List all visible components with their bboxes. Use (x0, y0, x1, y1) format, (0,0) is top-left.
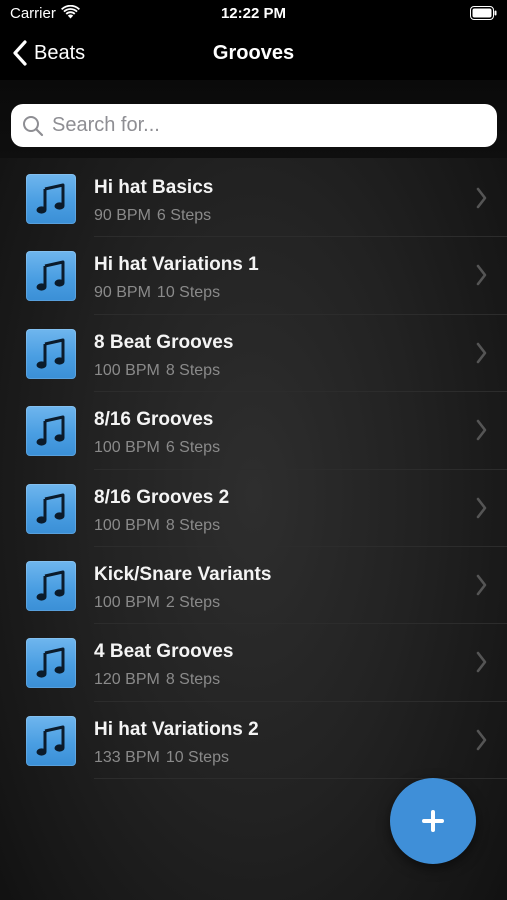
groove-title: 4 Beat Grooves (94, 641, 234, 663)
groove-meta: 100 BPM 8 Steps (94, 517, 220, 535)
groove-bpm: 120 BPM (94, 671, 160, 689)
chevron-right-icon (476, 574, 487, 596)
add-groove-button[interactable] (390, 778, 476, 864)
status-bar: Carrier 12:22 PM (0, 0, 507, 28)
groove-bpm: 133 BPM (94, 748, 160, 766)
music-note-icon (26, 483, 76, 534)
chevron-right-icon (476, 729, 487, 751)
battery-icon (470, 6, 497, 20)
groove-title: 8 Beat Grooves (94, 331, 234, 353)
groove-meta: 100 BPM 8 Steps (94, 362, 220, 380)
plus-icon (422, 810, 444, 832)
groove-title: Kick/Snare Variants (94, 563, 272, 585)
chevron-right-icon (476, 419, 487, 441)
groove-steps: 10 Steps (165, 748, 229, 766)
groove-meta: 90 BPM 10 Steps (94, 284, 220, 302)
list-item[interactable]: Hi hat Variations 1 90 BPM 10 Steps (0, 237, 507, 316)
groove-steps: 6 Steps (156, 207, 212, 224)
chevron-right-icon (476, 652, 487, 673)
search-icon (23, 115, 44, 136)
page-title: Grooves (212, 42, 295, 64)
groove-bpm: 90 BPM (94, 207, 151, 224)
chevron-right-icon (476, 265, 487, 286)
list-item[interactable]: 8 Beat Grooves 100 BPM 8 Steps (0, 315, 507, 393)
list-item[interactable]: 8/16 Grooves 100 BPM 6 Steps (0, 392, 507, 470)
groove-bpm: 90 BPM (94, 284, 151, 302)
music-note-icon (26, 560, 76, 611)
list-item[interactable]: 4 Beat Grooves 120 BPM 8 Steps (0, 624, 507, 703)
music-note-icon (26, 638, 76, 689)
groove-steps: 6 Steps (165, 439, 221, 457)
search-area (0, 80, 507, 158)
status-time: 12:22 PM (220, 5, 287, 22)
music-note-icon (26, 251, 76, 302)
list-item[interactable]: 8/16 Grooves 2 100 BPM 8 Steps (0, 470, 507, 548)
list-item[interactable]: Kick/Snare Variants 100 BPM 2 Steps (0, 547, 507, 625)
list-item[interactable]: Hi hat Variations 2 133 BPM 10 Steps (0, 702, 507, 780)
groove-bpm: 100 BPM (94, 593, 160, 611)
groove-meta: 120 BPM 8 Steps (94, 671, 220, 689)
grooves-screen: Carrier 12:22 PM Beats Grooves Search fo… (0, 0, 507, 900)
groove-meta: 90 BPM 6 Steps (94, 207, 211, 225)
list-item[interactable]: Hi hat Basics 90 BPM 6 Steps (0, 160, 507, 238)
music-note-icon (26, 328, 76, 379)
groove-bpm: 100 BPM (94, 516, 160, 534)
groove-meta: 100 BPM 6 Steps (94, 439, 220, 457)
groove-title: 8/16 Grooves 2 (94, 486, 230, 508)
groove-title: Hi hat Variations 2 (94, 718, 259, 740)
groove-steps: 8 Steps (165, 361, 221, 379)
music-note-icon (26, 715, 76, 766)
groove-steps: 8 Steps (165, 671, 221, 689)
groove-steps: 10 Steps (156, 284, 221, 302)
groove-meta: 133 BPM 10 Steps (94, 749, 229, 767)
search-field[interactable] (11, 104, 497, 147)
chevron-right-icon (476, 187, 487, 209)
groove-title: Hi hat Basics (94, 177, 214, 198)
chevron-right-icon (476, 342, 487, 364)
groove-steps: 2 Steps (165, 593, 221, 611)
groove-title: Hi hat Variations 1 (94, 254, 259, 276)
grooves-list: Hi hat Basics 90 BPM 6 Steps Hi hat Varia… (0, 160, 507, 780)
music-note-icon (26, 174, 76, 224)
music-note-icon (26, 406, 76, 457)
groove-bpm: 100 BPM (94, 439, 160, 457)
chevron-right-icon (476, 497, 487, 518)
groove-steps: 8 Steps (165, 516, 221, 534)
navigation-bar: Beats Grooves (0, 28, 507, 80)
groove-title: 8/16 Grooves (94, 409, 214, 431)
groove-bpm: 100 BPM (94, 361, 160, 379)
search-input[interactable] (50, 113, 474, 138)
groove-meta: 100 BPM 2 Steps (94, 594, 220, 612)
